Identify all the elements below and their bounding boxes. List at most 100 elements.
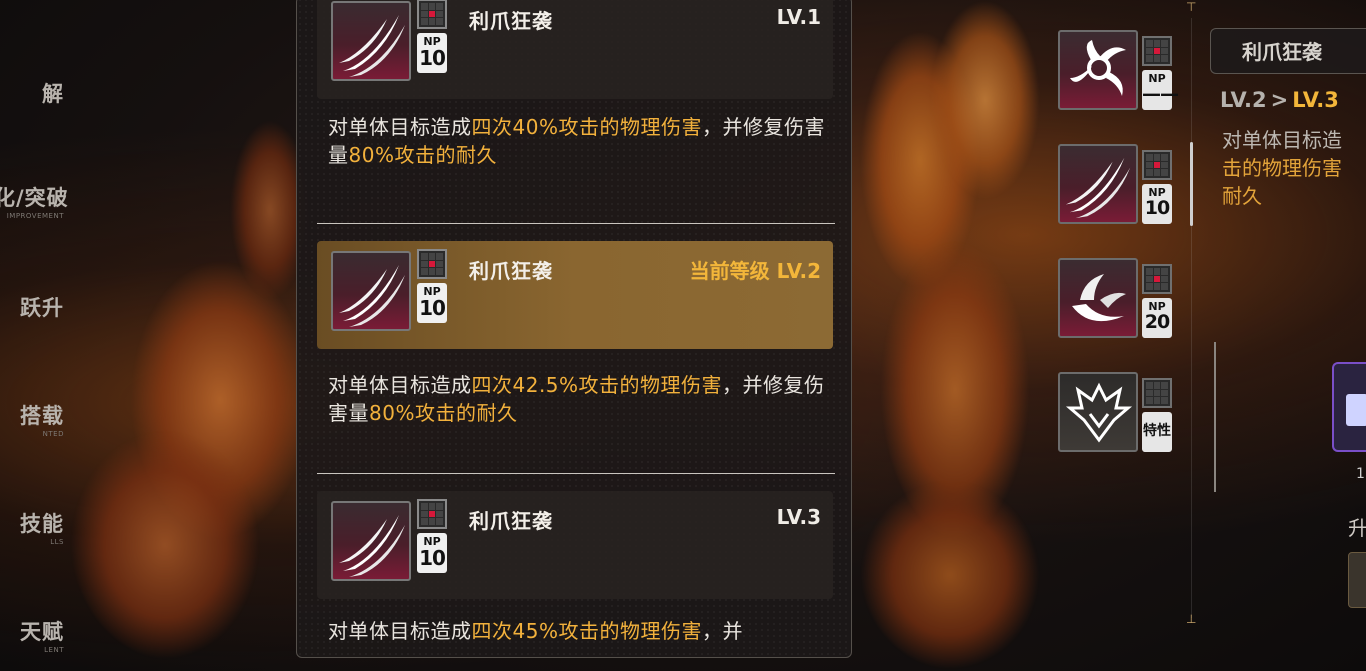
- claw-slash-icon: [331, 1, 411, 81]
- level-divider: [317, 223, 835, 224]
- claw-slash-icon: [331, 501, 411, 581]
- desc-highlight: 四次42.5%攻击的物理伤害: [471, 373, 723, 397]
- np-value: 10: [1144, 197, 1170, 219]
- np-label: NP: [423, 535, 441, 548]
- detail-skill-name: 利爪狂袭: [1242, 40, 1322, 64]
- np-cost-badge: NP ——: [1142, 70, 1179, 110]
- upgrade-item-slot[interactable]: [1332, 362, 1366, 452]
- skill-level-entry: NP 10 利爪狂袭 LV.1 对单体目标造成四次40%攻击的物理伤害，并修复伤…: [317, 0, 833, 169]
- menu-item-mount[interactable]: 搭载 NTED: [0, 400, 64, 438]
- desc-text: ，并: [701, 619, 743, 643]
- energy-grid-icon: [1142, 36, 1172, 66]
- skill-slot-2-selected[interactable]: NP 10: [1058, 144, 1176, 228]
- menu-label: 搭载: [20, 404, 64, 428]
- np-label: NP: [423, 35, 441, 48]
- np-value: ——: [1142, 83, 1179, 105]
- beast-crest-icon: [1058, 372, 1138, 452]
- flame-decoration: [860, 480, 1040, 670]
- skill-description: 对单体目标造成四次40%攻击的物理伤害，并修复伤害量80%攻击的耐久: [317, 113, 833, 169]
- np-label: NP: [1148, 186, 1166, 199]
- menu-item-skills[interactable]: 技能 LLS: [0, 508, 64, 546]
- bottom-tick-mark: ⊥: [1186, 612, 1197, 626]
- np-cost-badge: NP 10: [417, 533, 447, 573]
- energy-grid-icon: [417, 499, 447, 529]
- menu-sublabel: IMPROVEMENT: [6, 212, 64, 220]
- energy-grid-icon: [1142, 150, 1172, 180]
- skill-level-entry-current: NP 10 利爪狂袭 当前等级 LV.2 对单体目标造成四次42.5%攻击的物理…: [317, 241, 833, 427]
- menu-item-talent[interactable]: 天赋 LENT: [0, 616, 64, 654]
- menu-label: 解: [42, 82, 64, 106]
- menu-label: 技能: [20, 512, 64, 536]
- menu-label: 化/突破: [0, 186, 69, 210]
- desc-highlight: 击的物理伤害: [1222, 156, 1342, 180]
- np-cost-badge: NP 10: [417, 33, 447, 73]
- np-value: 10: [419, 546, 446, 570]
- menu-label: 跃升: [20, 296, 64, 320]
- np-value: 20: [1144, 311, 1170, 333]
- menu-label: 天赋: [20, 620, 64, 644]
- np-cost-badge: NP 10: [1142, 184, 1172, 224]
- current-level-label: 当前等级 LV.2: [689, 259, 821, 283]
- upgrade-button[interactable]: [1348, 552, 1366, 608]
- np-cost-badge: NP 10: [417, 283, 447, 323]
- energy-grid-icon: [417, 249, 447, 279]
- skill-description: 对单体目标造成四次45%攻击的物理伤害，并: [317, 617, 833, 645]
- item-icon: [1346, 394, 1366, 426]
- next-level: LV.3: [1292, 88, 1339, 112]
- upgrade-label: 升: [1348, 516, 1366, 540]
- np-value: 10: [419, 296, 446, 320]
- level-upgrade-label: LV.2 > LV.3: [1220, 88, 1339, 112]
- skill-level-header: NP 10 利爪狂袭 LV.1: [317, 0, 833, 99]
- menu-sublabel: LENT: [44, 646, 64, 654]
- selection-indicator: [1190, 142, 1193, 226]
- skill-level-header: NP 10 利爪狂袭 当前等级 LV.2: [317, 241, 833, 349]
- column-guide-line: [1191, 18, 1192, 618]
- skill-name: 利爪狂袭: [469, 259, 553, 283]
- trait-label: 特性: [1143, 423, 1171, 439]
- skill-slot-3[interactable]: NP 20: [1058, 258, 1176, 342]
- menu-item-ascend[interactable]: 跃升: [0, 292, 64, 322]
- np-value: 10: [419, 46, 446, 70]
- claw-slash-icon: [331, 251, 411, 331]
- np-cost-badge: NP 20: [1142, 298, 1172, 338]
- top-tick-mark: ⊤: [1186, 0, 1197, 14]
- energy-grid-icon: [1142, 378, 1172, 408]
- skill-level-panel[interactable]: NP 10 利爪狂袭 LV.1 对单体目标造成四次40%攻击的物理伤害，并修复伤…: [296, 0, 852, 658]
- menu-sublabel: LLS: [50, 538, 64, 546]
- skill-level-header: NP 10 利爪狂袭 LV.3: [317, 491, 833, 599]
- np-label: NP: [1148, 300, 1166, 313]
- skill-level-entry: NP 10 利爪狂袭 LV.3 对单体目标造成四次45%攻击的物理伤害，并: [317, 491, 833, 645]
- current-level: LV.2: [1220, 88, 1267, 112]
- energy-grid-icon: [417, 0, 447, 29]
- menu-item-unlock[interactable]: 解: [0, 78, 64, 108]
- menu-item-improvement[interactable]: 化/突破 IMPROVEMENT: [0, 182, 69, 220]
- desc-highlight: 80%攻击的耐久: [369, 401, 518, 425]
- arrow-icon: >: [1270, 88, 1289, 112]
- desc-highlight: 四次40%攻击的物理伤害: [471, 115, 702, 139]
- level-divider: [317, 473, 835, 474]
- desc-text: 对单体目标造成: [328, 115, 472, 139]
- left-nav-menu: 解 化/突破 IMPROVEMENT 跃升 搭载 NTED 技能 LLS 天赋 …: [0, 0, 110, 671]
- desc-text: 对单体目标造成: [328, 373, 472, 397]
- skill-description: 对单体目标造成四次42.5%攻击的物理伤害，并修复伤害量80%攻击的耐久: [317, 371, 833, 427]
- np-label: NP: [423, 285, 441, 298]
- skill-name: 利爪狂袭: [469, 9, 553, 33]
- trait-badge: 特性: [1142, 412, 1172, 452]
- desc-highlight: 80%攻击的耐久: [348, 143, 497, 167]
- np-label: NP: [1148, 72, 1166, 85]
- skill-slot-trait[interactable]: 特性: [1058, 372, 1176, 456]
- level-label: LV.3: [776, 505, 821, 529]
- level-label: LV.1: [776, 5, 821, 29]
- skill-slot-1[interactable]: NP ——: [1058, 30, 1179, 114]
- skill-detail-panel: 利爪狂袭 LV.2 > LV.3 对单体目标造 击的物理伤害 耐久: [1206, 0, 1366, 671]
- detail-description: 对单体目标造 击的物理伤害 耐久: [1222, 126, 1366, 216]
- skill-name: 利爪狂袭: [469, 509, 553, 533]
- desc-text: 对单体目标造: [1222, 128, 1342, 152]
- desc-highlight: 四次45%攻击的物理伤害: [471, 619, 702, 643]
- desc-highlight: 耐久: [1222, 184, 1262, 208]
- desc-text: 对单体目标造成: [328, 619, 472, 643]
- item-count: 1: [1356, 466, 1365, 482]
- crescent-strike-icon: [1058, 258, 1138, 338]
- menu-sublabel: NTED: [42, 430, 64, 438]
- claw-slash-icon: [1058, 144, 1138, 224]
